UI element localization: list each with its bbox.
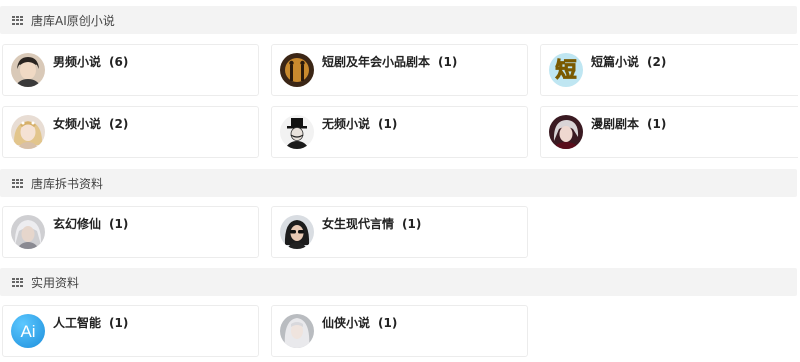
modern-romance-avatar [280, 215, 314, 249]
category-card-fantasy-cultivation[interactable]: 玄幻修仙 (1) [2, 206, 259, 258]
category-card-short-drama[interactable]: 短剧及年会小品剧本 (1) [271, 44, 528, 96]
category-card-xianxia-novel[interactable]: 仙侠小说 (1) [271, 305, 528, 357]
card-label: 男频小说 [53, 55, 102, 69]
card-count: (6) [109, 55, 129, 69]
card-count: (1) [402, 217, 422, 231]
female-novel-avatar [11, 115, 45, 149]
general-novel-avatar [280, 115, 314, 149]
short-badge-text: 短 [555, 57, 577, 82]
category-card-male-novel[interactable]: 男频小说 (6) [2, 44, 259, 96]
grid-icon [12, 178, 23, 188]
category-card-comic-drama[interactable]: 漫剧剧本 (1) [540, 106, 798, 158]
card-label: 女频小说 [53, 117, 102, 131]
male-novel-avatar [11, 53, 45, 87]
category-card-modern-romance[interactable]: 女生现代言情 (1) [271, 206, 528, 258]
card-label: 短剧及年会小品剧本 [322, 55, 431, 69]
fantasy-cultivation-avatar [11, 215, 45, 249]
section-header-book-breakdown: 唐库拆书资料 [0, 169, 797, 197]
card-label: 短篇小说 [591, 55, 640, 69]
card-count: (1) [378, 316, 398, 330]
short-drama-avatar [280, 53, 314, 87]
card-label: 女生现代言情 [322, 217, 395, 231]
card-count: (1) [109, 316, 129, 330]
section-title: 实用资料 [31, 275, 80, 290]
ai-logo: Ai [11, 314, 45, 348]
card-label: 人工智能 [53, 316, 102, 330]
card-count: (1) [647, 117, 667, 131]
card-count: (1) [438, 55, 458, 69]
card-count: (1) [109, 217, 129, 231]
card-label: 漫剧剧本 [591, 117, 640, 131]
ai-badge-text: Ai [20, 321, 36, 341]
card-label: 仙侠小说 [322, 316, 371, 330]
card-label: 玄幻修仙 [53, 217, 102, 231]
card-count: (2) [647, 55, 667, 69]
category-card-short-story[interactable]: 短 短篇小说 (2) [540, 44, 798, 96]
category-card-female-novel[interactable]: 女频小说 (2) [2, 106, 259, 158]
category-card-ai[interactable]: Ai 人工智能 (1) [2, 305, 259, 357]
card-label: 无频小说 [322, 117, 371, 131]
category-card-general-novel[interactable]: 无频小说 (1) [271, 106, 528, 158]
grid-icon [12, 277, 23, 287]
card-count: (2) [109, 117, 129, 131]
short-story-avatar: 短 [549, 53, 583, 87]
card-count: (1) [378, 117, 398, 131]
section-title: 唐库AI原创小说 [31, 13, 115, 28]
comic-drama-avatar [549, 115, 583, 149]
section-header-original-novels: 唐库AI原创小说 [0, 6, 797, 34]
grid-icon [12, 15, 23, 25]
xianxia-novel-avatar [280, 314, 314, 348]
section-title: 唐库拆书资料 [31, 176, 104, 191]
section-header-practical-resources: 实用资料 [0, 268, 797, 296]
